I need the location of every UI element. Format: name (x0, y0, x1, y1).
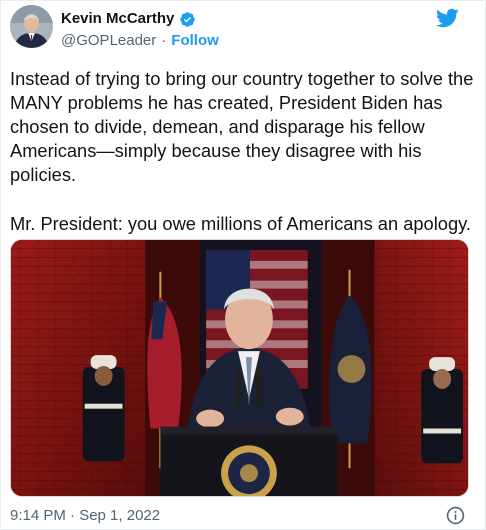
avatar[interactable] (10, 5, 53, 48)
info-icon[interactable] (446, 506, 465, 525)
author-name[interactable]: Kevin McCarthy (61, 9, 174, 29)
media-image (11, 240, 468, 496)
twitter-bird-icon[interactable] (435, 6, 459, 30)
avatar-image (10, 5, 53, 48)
tweet-body: Instead of trying to bring our country t… (10, 67, 480, 236)
author-name-row: Kevin McCarthy (61, 9, 196, 29)
tweet-card: Kevin McCarthy @GOPLeader · Follow Inste… (0, 0, 486, 530)
author-handle[interactable]: @GOPLeader (61, 32, 156, 49)
tweet-timestamp[interactable]: 9:14 PM · Sep 1, 2022 (10, 506, 160, 526)
verified-badge-icon (180, 11, 196, 27)
tweet-media[interactable] (10, 239, 469, 497)
tweet-paragraph-2: Mr. President: you owe millions of Ameri… (10, 213, 471, 234)
separator: · (161, 31, 167, 49)
author-handle-row: @GOPLeader · Follow (61, 30, 219, 50)
tweet-paragraph-1: Instead of trying to bring our country t… (10, 68, 474, 185)
follow-button[interactable]: Follow (171, 32, 219, 49)
